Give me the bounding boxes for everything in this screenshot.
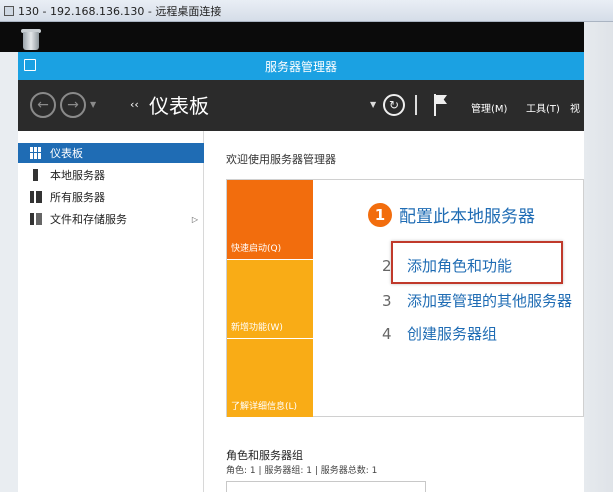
tile-label: 新增功能(W)	[231, 323, 283, 333]
servers-icon	[30, 191, 42, 203]
expand-arrow-icon[interactable]: ▷	[192, 215, 198, 224]
step-number: 3	[382, 291, 392, 310]
configure-local-server-link[interactable]: 1 配置此本地服务器	[368, 202, 535, 227]
sidebar-item-all-servers[interactable]: 所有服务器	[18, 187, 204, 207]
step-number-badge: 1	[368, 202, 392, 227]
menu-tools[interactable]: 工具(T)	[526, 100, 560, 115]
sidebar-item-label: 本地服务器	[50, 169, 105, 182]
rdp-title-text: 130 - 192.168.136.130 - 远程桌面连接	[18, 4, 222, 18]
desktop-background	[0, 22, 584, 52]
tile-quick-start[interactable]: 快速启动(Q)	[227, 180, 313, 259]
add-servers-link[interactable]: 3 添加要管理的其他服务器	[382, 290, 572, 311]
quick-start-panel: 快速启动(Q) 新增功能(W) 了解详细信息(L) 1 配置此本地服务器 2 添…	[226, 179, 584, 417]
storage-icon	[30, 213, 42, 225]
welcome-heading: 欢迎使用服务器管理器	[226, 153, 336, 166]
arrow-right-icon: →	[67, 97, 79, 113]
server-manager-window: 服务器管理器 ← → ▼ ‹‹ 仪表板 ▼ ↻ 管理(M) 工具(T) 视 仪表…	[18, 52, 584, 492]
sidebar-item-file-storage[interactable]: 文件和存储服务 ▷	[18, 209, 204, 229]
recycle-bin-icon[interactable]	[18, 28, 44, 50]
rdp-title-bar: 130 - 192.168.136.130 - 远程桌面连接	[0, 0, 613, 22]
desktop-right-edge	[584, 22, 613, 492]
refresh-icon: ↻	[388, 98, 400, 112]
forward-button[interactable]: →	[60, 92, 86, 118]
history-dropdown-icon[interactable]: ▼	[90, 100, 96, 109]
toolbar: ← → ▼ ‹‹ 仪表板 ▼ ↻ 管理(M) 工具(T) 视	[18, 80, 584, 131]
refresh-button[interactable]: ↻	[383, 94, 405, 116]
back-button[interactable]: ←	[30, 92, 56, 118]
sidebar-item-local-server[interactable]: 本地服务器	[18, 165, 204, 185]
sidebar: 仪表板 本地服务器 所有服务器 文件和存储服务 ▷	[18, 131, 204, 492]
create-server-group-link[interactable]: 4 创建服务器组	[382, 323, 497, 344]
notifications-flag-icon[interactable]	[434, 94, 448, 116]
server-manager-app-icon	[24, 59, 36, 71]
sidebar-item-label: 仪表板	[50, 147, 83, 160]
menu-view[interactable]: 视	[570, 100, 580, 115]
roles-section-title: 角色和服务器组	[226, 449, 303, 462]
step-label: 配置此本地服务器	[399, 207, 535, 227]
refresh-dropdown-icon[interactable]: ▼	[370, 100, 376, 109]
rdp-app-icon	[4, 5, 14, 16]
window-title-bar[interactable]: 服务器管理器	[18, 52, 584, 80]
tile-label: 了解详细信息(L)	[231, 402, 298, 412]
sidebar-item-label: 文件和存储服务	[50, 213, 127, 226]
breadcrumb-chevron-icon: ‹‹	[130, 98, 139, 111]
role-card[interactable]	[226, 481, 426, 492]
main-content: 欢迎使用服务器管理器 快速启动(Q) 新增功能(W) 了解详细信息(L) 1 配…	[205, 131, 584, 492]
step-label: 创建服务器组	[407, 325, 498, 343]
highlight-annotation-box	[391, 241, 563, 284]
toolbar-divider	[415, 95, 417, 115]
step-label: 添加要管理的其他服务器	[407, 292, 573, 310]
sidebar-item-dashboard[interactable]: 仪表板	[18, 143, 204, 163]
server-icon	[33, 169, 38, 181]
breadcrumb: 仪表板	[149, 94, 209, 118]
tile-learn-more[interactable]: 了解详细信息(L)	[227, 338, 313, 417]
sidebar-item-label: 所有服务器	[50, 191, 105, 204]
tile-whats-new[interactable]: 新增功能(W)	[227, 259, 313, 338]
step-number: 4	[382, 324, 392, 343]
window-title: 服务器管理器	[264, 59, 337, 74]
arrow-left-icon: ←	[37, 97, 49, 113]
tile-label: 快速启动(Q)	[231, 244, 282, 254]
roles-section-summary: 角色: 1 | 服务器组: 1 | 服务器总数: 1	[226, 466, 378, 476]
menu-manage[interactable]: 管理(M)	[471, 100, 507, 115]
dashboard-icon	[30, 147, 42, 159]
